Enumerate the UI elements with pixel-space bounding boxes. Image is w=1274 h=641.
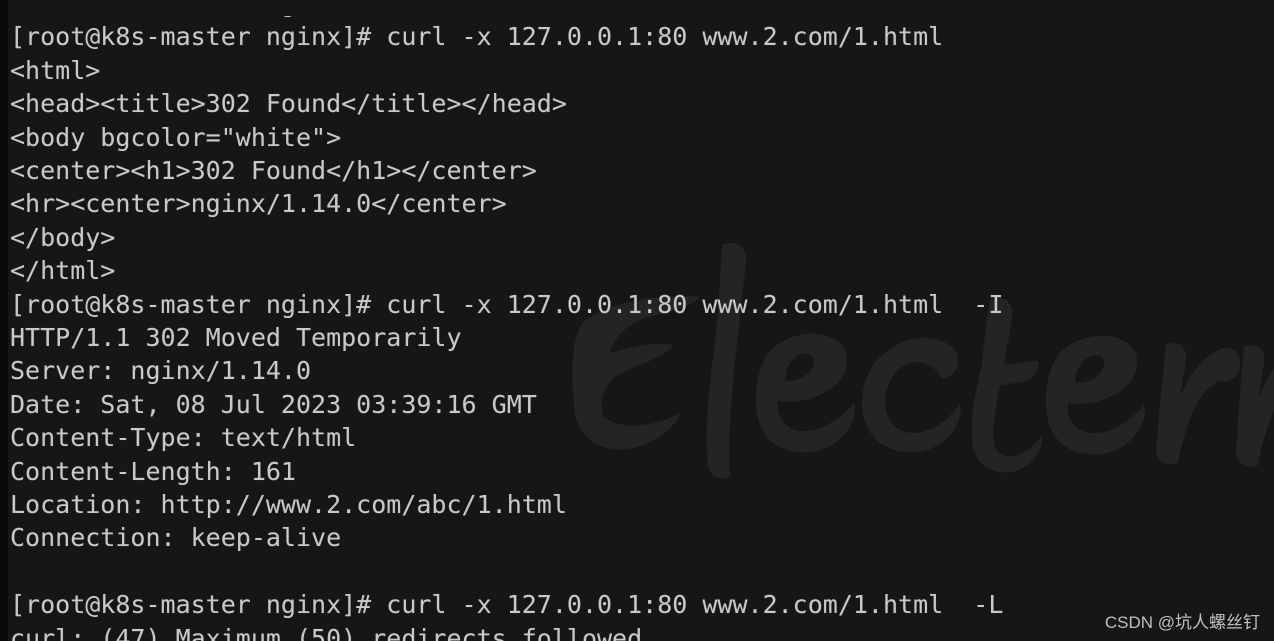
terminal-line-partial-top: [root@k8s-master nginx]# curl -x 127.0.0… [10, 0, 944, 18]
terminal-window[interactable]: [root@k8s-master nginx]# curl -x 127.0.0… [0, 0, 1274, 641]
terminal-line: </body> [10, 222, 116, 252]
terminal-line: Date: Sat, 08 Jul 2023 03:39:16 GMT [10, 389, 537, 419]
terminal-output[interactable]: [root@k8s-master nginx]# curl -x 127.0.0… [0, 0, 1274, 641]
terminal-line: </html> [10, 256, 116, 286]
csdn-watermark: CSDN @坑人螺丝钉 [1104, 613, 1260, 632]
terminal-line: [root@k8s-master nginx]# curl -x 127.0.0… [10, 590, 1004, 620]
terminal-line: HTTP/1.1 302 Moved Temporarily [10, 323, 462, 352]
terminal-line: <center><h1>302 Found</h1></center> [10, 156, 537, 185]
terminal-line: curl: (47) Maximum (50) redirects follow… [10, 623, 643, 641]
terminal-line: Content-Type: text/html [10, 423, 357, 453]
terminal-line: Server: nginx/1.14.0 [10, 356, 312, 386]
terminal-line: Location: http://www.2.com/abc/1.html [10, 490, 567, 519]
terminal-line: <html> [10, 55, 101, 85]
terminal-line: Content-Length: 161 [10, 456, 296, 486]
terminal-line: <body bgcolor="white"> [10, 122, 342, 152]
terminal-left-gutter [0, 0, 8, 641]
terminal-line: [root@k8s-master nginx]# curl -x 127.0.0… [10, 22, 944, 52]
terminal-line: <hr><center>nginx/1.14.0</center> [10, 189, 507, 219]
terminal-line: <head><title>302 Found</title></head> [10, 89, 567, 119]
terminal-line: Connection: keep-alive [10, 523, 342, 553]
terminal-line: [root@k8s-master nginx]# curl -x 127.0.0… [10, 289, 1004, 319]
